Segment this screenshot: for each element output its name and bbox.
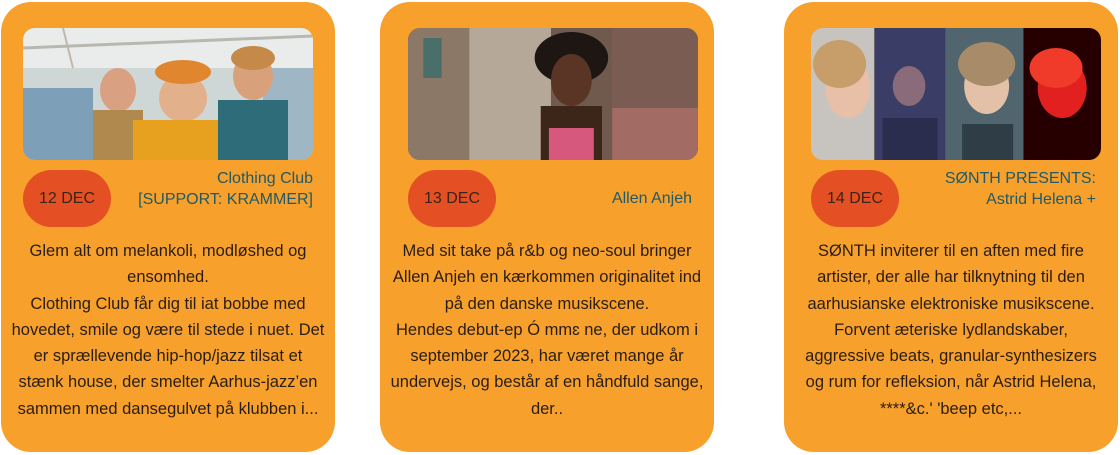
event-title[interactable]: Allen Anjeh	[502, 188, 692, 209]
event-date-badge: 13 DEC	[408, 170, 496, 227]
event-photo[interactable]	[408, 28, 698, 160]
artist-photo-image	[408, 28, 698, 160]
event-photo[interactable]	[23, 28, 313, 160]
band-photo-image	[23, 28, 313, 160]
event-description: SØNTH inviterer til en aften med fire ar…	[805, 242, 1097, 418]
event-card-clothing-club[interactable]: 12 DEC Clothing Club [SUPPORT: KRAMMER] …	[1, 2, 335, 452]
event-title[interactable]: SØNTH PRESENTS: Astrid Helena +	[906, 168, 1096, 210]
event-date-badge: 12 DEC	[23, 170, 111, 227]
event-title[interactable]: Clothing Club [SUPPORT: KRAMMER]	[123, 168, 313, 210]
event-photo[interactable]	[811, 28, 1101, 160]
event-card-allen-anjeh[interactable]: 13 DEC Allen Anjeh Med sit take på r&b o…	[380, 2, 714, 452]
event-description: Med sit take på r&b og neo-soul bringer …	[390, 242, 704, 418]
artists-collage-image	[811, 28, 1101, 160]
event-date-badge: 14 DEC	[811, 170, 899, 227]
event-card-sonth-presents[interactable]: 14 DEC SØNTH PRESENTS: Astrid Helena + S…	[784, 2, 1118, 452]
event-description: Glem alt om melankoli, modløshed og enso…	[11, 242, 325, 418]
